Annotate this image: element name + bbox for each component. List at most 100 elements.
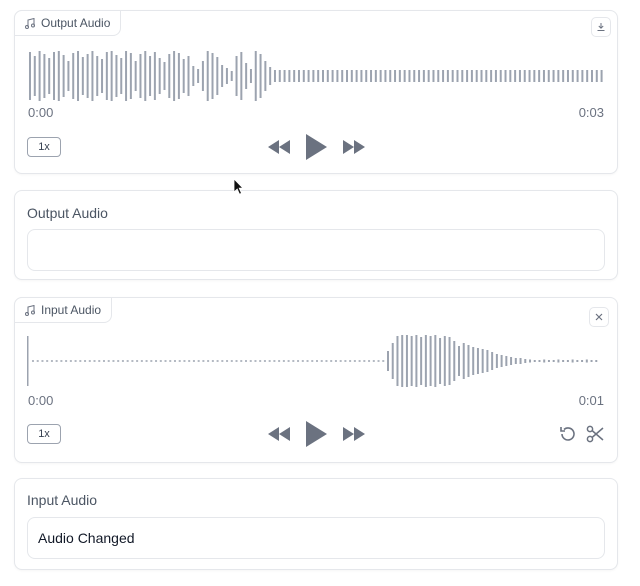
waveform-bar [307,70,310,82]
waveform-bar [192,66,195,86]
waveform-bar [382,360,385,362]
waveform-bar [442,70,445,82]
waveform-bar [235,360,238,362]
waveform-bar [552,70,555,82]
waveform-bar [202,360,205,362]
clear-audio-button[interactable] [589,307,609,327]
waveform-bar [538,360,541,362]
waveform-bar [306,360,309,362]
waveform-bar [461,70,464,82]
undo-trim-button[interactable] [557,423,579,445]
waveform-bar [31,360,34,362]
waveform-bar [396,336,399,386]
waveform-bar [571,70,574,82]
input-audio-textbox[interactable]: Audio Changed [27,517,605,559]
waveform-bar [74,360,77,362]
waveform-bar [408,70,411,82]
waveform-bar [510,357,513,365]
waveform-bar [98,360,101,362]
waveform-bar [413,70,416,82]
waveform-bar [259,54,262,98]
waveform-bar [358,360,361,362]
waveform-bar [288,70,291,82]
waveform-bar [403,70,406,82]
output-play-button[interactable] [303,133,329,161]
waveform-bar [293,70,296,82]
output-skip-back-button[interactable] [267,137,291,157]
waveform-bar [384,70,387,82]
output-audio-textbox-label: Output Audio [27,205,108,221]
waveform-bar [112,360,115,362]
waveform-bar [102,360,105,362]
waveform-bar [494,70,497,82]
output-audio-player: Output Audio 0:00 0:03 1x [14,10,618,174]
waveform-bar [316,360,318,362]
waveform-bar [389,70,392,82]
play-icon [306,134,327,160]
waveform-bar [566,70,569,82]
waveform-bar [269,67,272,85]
waveform-bar [259,360,262,362]
waveform-bar [519,358,522,364]
waveform-bar [163,62,166,90]
download-button[interactable] [591,17,611,37]
waveform-bar [538,70,541,82]
input-skip-forward-button[interactable] [342,424,366,444]
waveform-bar [173,51,176,101]
output-playback-speed-button[interactable]: 1x [27,137,61,157]
waveform-bar [466,70,469,82]
waveform-bar [533,70,536,82]
waveform-bar [164,360,167,362]
waveform-bar [451,70,454,82]
waveform-bar [562,70,565,82]
waveform-bar [93,360,96,362]
waveform-bar [211,360,214,362]
waveform-bar [140,360,143,362]
waveform-bar [422,70,425,82]
waveform-bar [283,70,286,82]
input-skip-back-button[interactable] [267,424,291,444]
waveform-bar [504,70,507,82]
output-skip-forward-button[interactable] [342,137,366,157]
waveform-bar [391,343,394,379]
waveform-bar [586,70,589,82]
trim-button[interactable] [584,423,606,445]
waveform-bar [490,70,493,82]
waveform-bar [96,56,99,96]
waveform-bar [244,360,247,362]
waveform-bar [317,70,320,82]
waveform-bar [349,360,352,362]
waveform-bar [131,360,134,362]
waveform-bar [595,360,598,362]
waveform-bar [331,70,334,82]
output-current-time: 0:00 [28,105,54,120]
waveform-bar [249,69,252,83]
waveform-bar [524,359,527,363]
output-audio-textbox[interactable] [27,229,605,271]
waveform-bar [278,360,281,362]
waveform-bar [418,70,421,82]
waveform-bar [481,349,484,373]
waveform-bar [325,360,328,362]
input-playback-speed-button[interactable]: 1x [27,424,61,444]
input-play-button[interactable] [303,420,329,448]
input-waveform[interactable] [27,326,605,396]
waveform-bar [533,360,536,362]
waveform-bar [197,360,200,362]
waveform-bar [453,341,456,381]
waveform-bar [410,336,413,386]
waveform-bar [557,70,560,82]
waveform-bar [192,360,195,362]
waveform-bar [230,71,233,81]
waveform-bar [360,70,363,82]
waveform-bar [177,53,180,99]
waveform-bar [456,70,459,82]
waveform-bar [372,360,375,362]
output-waveform[interactable] [27,41,605,111]
waveform-bar [28,52,31,100]
input-audio-player: Input Audio 0:00 0:01 1x [14,297,618,463]
waveform-bar [107,360,110,362]
waveform-bar [207,360,210,362]
music-note-icon [25,17,35,29]
waveform-bar [67,61,70,91]
